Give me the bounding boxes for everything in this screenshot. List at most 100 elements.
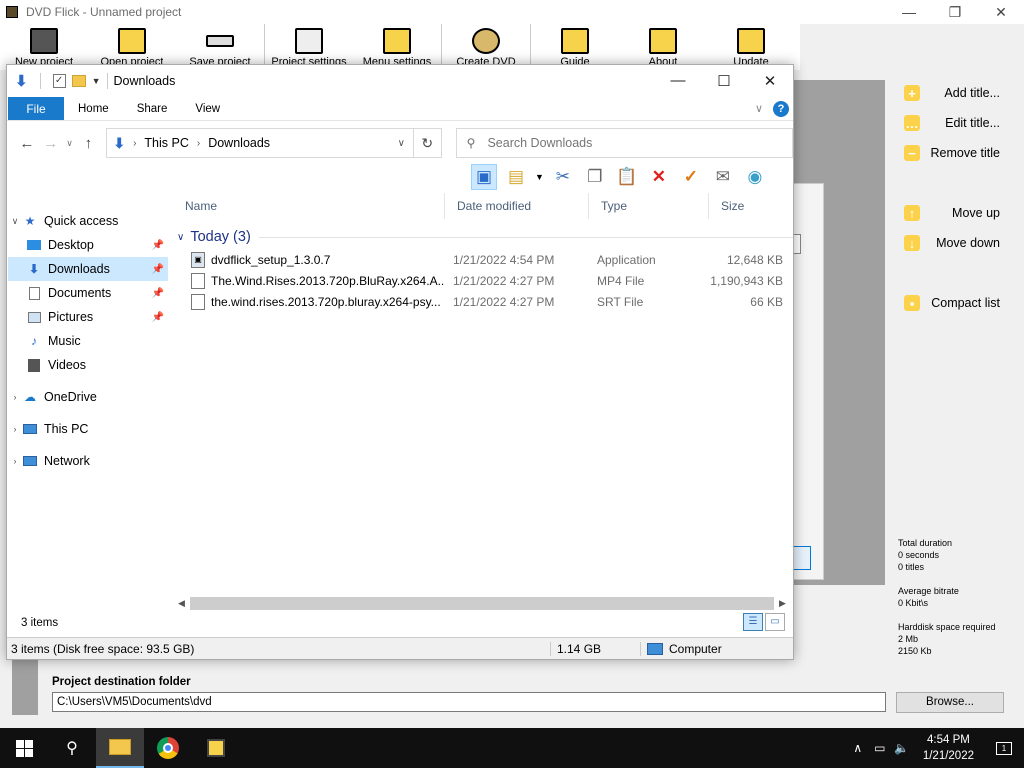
scroll-left-icon[interactable]: ◀ <box>173 598 190 609</box>
taskbar: ⚲ ∧ ▭ 🔈 4:54 PM 1/21/2022 1 <box>0 728 1024 768</box>
expand-ribbon-icon[interactable]: ∨ <box>755 102 763 115</box>
nav-network[interactable]: › Network <box>8 449 168 473</box>
taskbar-file-explorer[interactable] <box>96 728 144 768</box>
remove-title-button[interactable]: − Remove title <box>890 138 1024 168</box>
delete-icon[interactable]: ✕ <box>646 164 672 190</box>
chevron-right-icon[interactable]: › <box>8 392 22 402</box>
move-up-button[interactable]: ↑ Move up <box>890 198 1024 228</box>
browse-button[interactable]: Browse... <box>896 692 1004 713</box>
address-bar[interactable]: ⬇ › This PC › Downloads ∨ <box>106 128 414 158</box>
search-icon: ⚲ <box>466 136 476 150</box>
cut-icon[interactable]: ✂ <box>550 164 576 190</box>
tab-view[interactable]: View <box>181 97 234 120</box>
nav-music[interactable]: ♪ Music <box>8 329 168 353</box>
nav-videos[interactable]: Videos <box>8 353 168 377</box>
dropdown-arrow-icon[interactable]: ▼ <box>535 172 544 182</box>
properties-dropdown-icon[interactable]: ▤ <box>503 164 529 190</box>
computer-icon <box>22 422 38 436</box>
dialog-button[interactable] <box>791 546 811 570</box>
copy-icon[interactable]: ❐ <box>582 164 608 190</box>
restore-button[interactable]: ❐ <box>932 4 978 21</box>
nav-onedrive[interactable]: › ☁ OneDrive <box>8 385 168 409</box>
preview-pane-icon[interactable]: ▣ <box>471 164 497 190</box>
move-down-button[interactable]: ↓ Move down <box>890 228 1024 258</box>
back-button[interactable]: ← <box>15 135 39 152</box>
column-size[interactable]: Size <box>709 193 789 219</box>
breadcrumb-this-pc[interactable]: This PC <box>144 136 188 150</box>
nav-desktop[interactable]: Desktop 📌 <box>8 233 168 257</box>
chevron-up-icon[interactable]: ∧ <box>847 741 869 755</box>
bitrate-value: 0 Kbit\s <box>898 598 929 608</box>
project-stats: Total duration 0 seconds 0 titles Averag… <box>898 537 996 657</box>
search-box[interactable]: ⚲ <box>455 128 794 158</box>
scroll-thumb[interactable] <box>190 597 774 610</box>
download-icon: ⬇ <box>15 73 28 90</box>
volume-icon[interactable]: 🔈 <box>891 741 913 755</box>
help-icon[interactable]: ? <box>773 100 789 117</box>
quick-access-toolbar: ⬇ ✓ ▼ <box>15 72 101 90</box>
file-row[interactable]: the.wind.rises.2013.720p.bluray.x264-psy… <box>173 291 793 312</box>
tab-share[interactable]: Share <box>123 97 182 120</box>
up-button[interactable]: ↑ <box>77 135 101 152</box>
email-icon[interactable]: ✉ <box>710 164 736 190</box>
disk-space-label: Harddisk space required <box>898 622 996 632</box>
breadcrumb-downloads[interactable]: Downloads <box>208 136 270 150</box>
file-row[interactable]: ▣ dvdflick_setup_1.3.0.7 1/21/2022 4:54 … <box>173 249 793 270</box>
chevron-down-icon[interactable]: ∨ <box>8 216 22 227</box>
edit-title-button[interactable]: … Edit title... <box>890 108 1024 138</box>
nav-pictures[interactable]: Pictures 📌 <box>8 305 168 329</box>
notification-button[interactable]: 1 <box>984 741 1024 755</box>
nav-downloads[interactable]: ⬇ Downloads 📌 <box>8 257 168 281</box>
column-name[interactable]: Name <box>173 192 445 219</box>
minimize-button[interactable]: — <box>655 72 701 90</box>
destination-folder-input[interactable] <box>52 692 886 712</box>
nav-documents[interactable]: Documents 📌 <box>8 281 168 305</box>
computer-icon <box>647 642 663 655</box>
address-dropdown-icon[interactable]: ∨ <box>398 138 413 149</box>
network-icon[interactable]: ▭ <box>869 741 891 755</box>
nav-this-pc[interactable]: › This PC <box>8 417 168 441</box>
close-button[interactable]: ✕ <box>747 72 793 90</box>
customize-dropdown-icon[interactable]: ▼ <box>92 76 101 86</box>
tab-home[interactable]: Home <box>64 97 123 120</box>
close-button[interactable]: ✕ <box>978 4 1024 21</box>
add-title-button[interactable]: + Add title... <box>890 78 1024 108</box>
chevron-right-icon[interactable]: › <box>8 424 22 434</box>
status-summary: 3 items (Disk free space: 93.5 GB) <box>7 641 551 656</box>
file-row[interactable]: The.Wind.Rises.2013.720p.BluRay.x264.A..… <box>173 270 793 291</box>
chevron-right-icon: › <box>196 137 201 149</box>
new-folder-icon[interactable] <box>71 75 86 87</box>
search-button[interactable]: ⚲ <box>48 728 96 768</box>
search-input[interactable] <box>487 136 758 150</box>
column-type[interactable]: Type <box>589 192 709 219</box>
chevron-right-icon[interactable]: › <box>8 456 22 466</box>
download-icon: ⬇ <box>113 134 126 151</box>
group-header-today[interactable]: ∨ Today (3) <box>177 229 793 245</box>
taskbar-chrome[interactable] <box>144 728 192 768</box>
large-icons-view-icon[interactable]: ▭ <box>765 613 785 631</box>
shell-icon[interactable]: ◉ <box>742 164 768 190</box>
properties-icon[interactable]: ✓ <box>52 74 66 88</box>
taskbar-dvd-flick[interactable] <box>192 728 240 768</box>
details-view-icon[interactable]: ☰ <box>743 613 763 631</box>
forward-button[interactable]: → <box>39 135 63 152</box>
maximize-button[interactable]: ☐ <box>701 72 747 90</box>
paste-icon[interactable]: 📋 <box>614 164 640 190</box>
nav-quick-access[interactable]: ∨ ★ Quick access <box>8 209 168 233</box>
dvd-flick-icon <box>207 739 225 757</box>
menu-icon <box>383 28 411 54</box>
ribbon-tabs: File Home Share View ∨ ? <box>7 97 793 121</box>
scroll-right-icon[interactable]: ▶ <box>774 598 791 609</box>
refresh-button[interactable]: ↻ <box>413 128 442 158</box>
compact-list-button[interactable]: ▪ Compact list <box>890 288 1024 318</box>
tab-file[interactable]: File <box>8 97 64 120</box>
text-file-icon <box>191 293 205 310</box>
rename-icon[interactable]: ✓ <box>678 164 704 190</box>
clock[interactable]: 4:54 PM 1/21/2022 <box>913 732 984 764</box>
recent-locations-icon[interactable]: ∨ <box>63 138 77 149</box>
horizontal-scrollbar[interactable]: ◀ ▶ <box>173 595 791 612</box>
column-date-modified[interactable]: Date modified <box>445 192 589 219</box>
video-file-icon <box>191 272 205 289</box>
minimize-button[interactable]: — <box>886 4 932 21</box>
start-button[interactable] <box>0 728 48 768</box>
